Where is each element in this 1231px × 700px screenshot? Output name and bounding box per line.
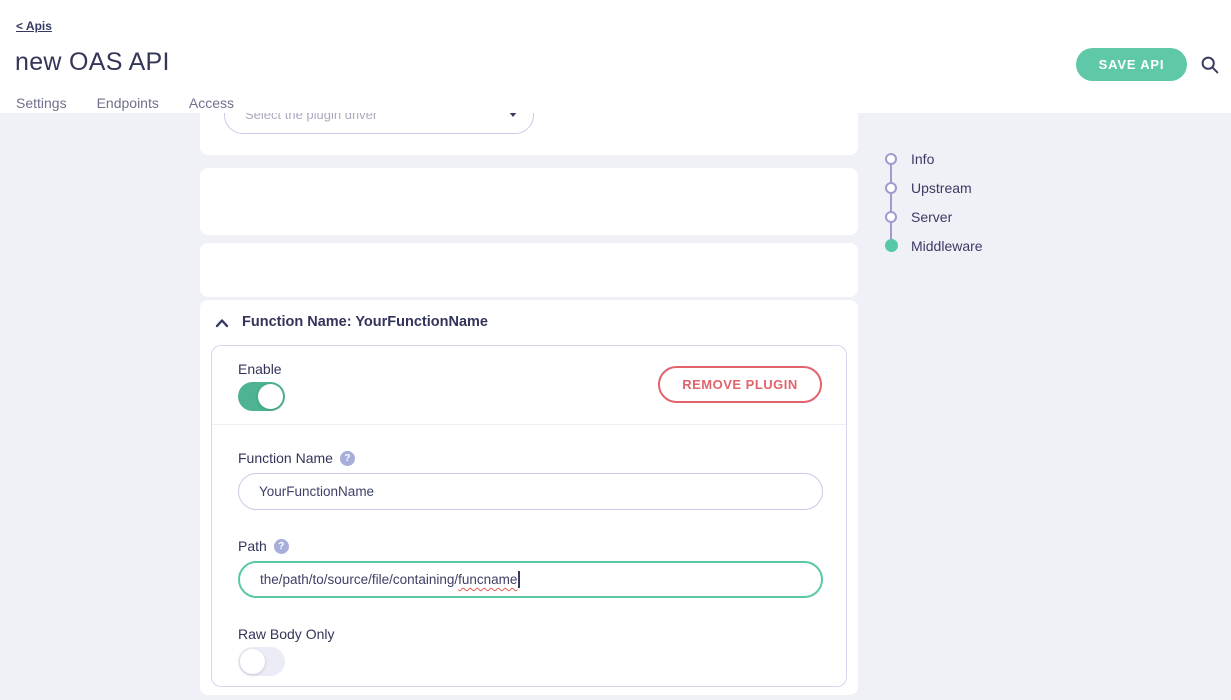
toggle-knob xyxy=(258,384,283,409)
path-input-flagged-word: funcname xyxy=(458,572,517,587)
step-label: Upstream xyxy=(911,180,972,196)
step-dot xyxy=(885,211,897,223)
enable-toggle[interactable] xyxy=(238,382,285,411)
raw-body-label-row: Raw Body Only xyxy=(238,626,334,642)
plugin-section-title[interactable]: Function Name: YourFunctionName xyxy=(242,314,488,330)
path-label-row: Path ? xyxy=(238,538,289,554)
stepper-item-upstream[interactable]: Upstream xyxy=(879,173,972,202)
divider xyxy=(212,424,846,425)
tab-endpoints[interactable]: Endpoints xyxy=(97,95,159,111)
function-name-label: Function Name xyxy=(238,450,333,466)
search-icon[interactable] xyxy=(1200,55,1220,75)
step-label: Server xyxy=(911,209,952,225)
step-dot xyxy=(885,153,897,165)
step-label: Middleware xyxy=(911,238,983,254)
step-label: Info xyxy=(911,151,934,167)
plugin-config-panel: Enable REMOVE PLUGIN Function Name ? Pat… xyxy=(211,345,847,687)
page: Select the plugin driver Enable Plugin B… xyxy=(0,0,1231,700)
text-cursor xyxy=(518,571,520,588)
tab-settings[interactable]: Settings xyxy=(16,95,67,111)
raw-body-only-toggle[interactable] xyxy=(238,647,285,676)
back-to-apis-link[interactable]: < Apis xyxy=(16,19,52,33)
page-title: new OAS API xyxy=(15,48,170,77)
step-dot xyxy=(885,239,898,252)
stepper-item-server[interactable]: Server xyxy=(879,202,952,231)
path-label: Path xyxy=(238,538,267,554)
remove-plugin-button[interactable]: REMOVE PLUGIN xyxy=(658,366,822,403)
raw-body-only-label: Raw Body Only xyxy=(238,626,334,642)
help-icon[interactable]: ? xyxy=(274,539,289,554)
plugin-bundle-card: Enable Plugin Bundle LEARN MORE xyxy=(200,168,858,235)
path-input[interactable]: the/path/to/source/file/containing/funcn… xyxy=(238,561,823,598)
help-icon[interactable]: ? xyxy=(340,451,355,466)
function-plugin-card: Function Name: YourFunctionName Enable R… xyxy=(200,300,858,695)
tab-bar: Settings Endpoints Access xyxy=(16,95,234,111)
enable-label: Enable xyxy=(238,361,282,377)
chevron-up-icon[interactable] xyxy=(214,316,230,330)
tab-access[interactable]: Access xyxy=(189,95,234,111)
stepper-item-info[interactable]: Info xyxy=(879,144,934,173)
stepper-item-middleware[interactable]: Middleware xyxy=(879,231,983,260)
step-dot xyxy=(885,182,897,194)
page-header: < Apis new OAS API SAVE API Settings End… xyxy=(0,0,1231,113)
toggle-knob xyxy=(240,649,265,674)
function-name-label-row: Function Name ? xyxy=(238,450,355,466)
path-input-value: the/path/to/source/file/containing/ xyxy=(260,572,458,587)
pre-plugin-card: Pre Plugin ADD PLUGIN LEARN MORE xyxy=(200,243,858,297)
save-api-button[interactable]: SAVE API xyxy=(1076,48,1187,81)
function-name-input[interactable] xyxy=(238,473,823,510)
